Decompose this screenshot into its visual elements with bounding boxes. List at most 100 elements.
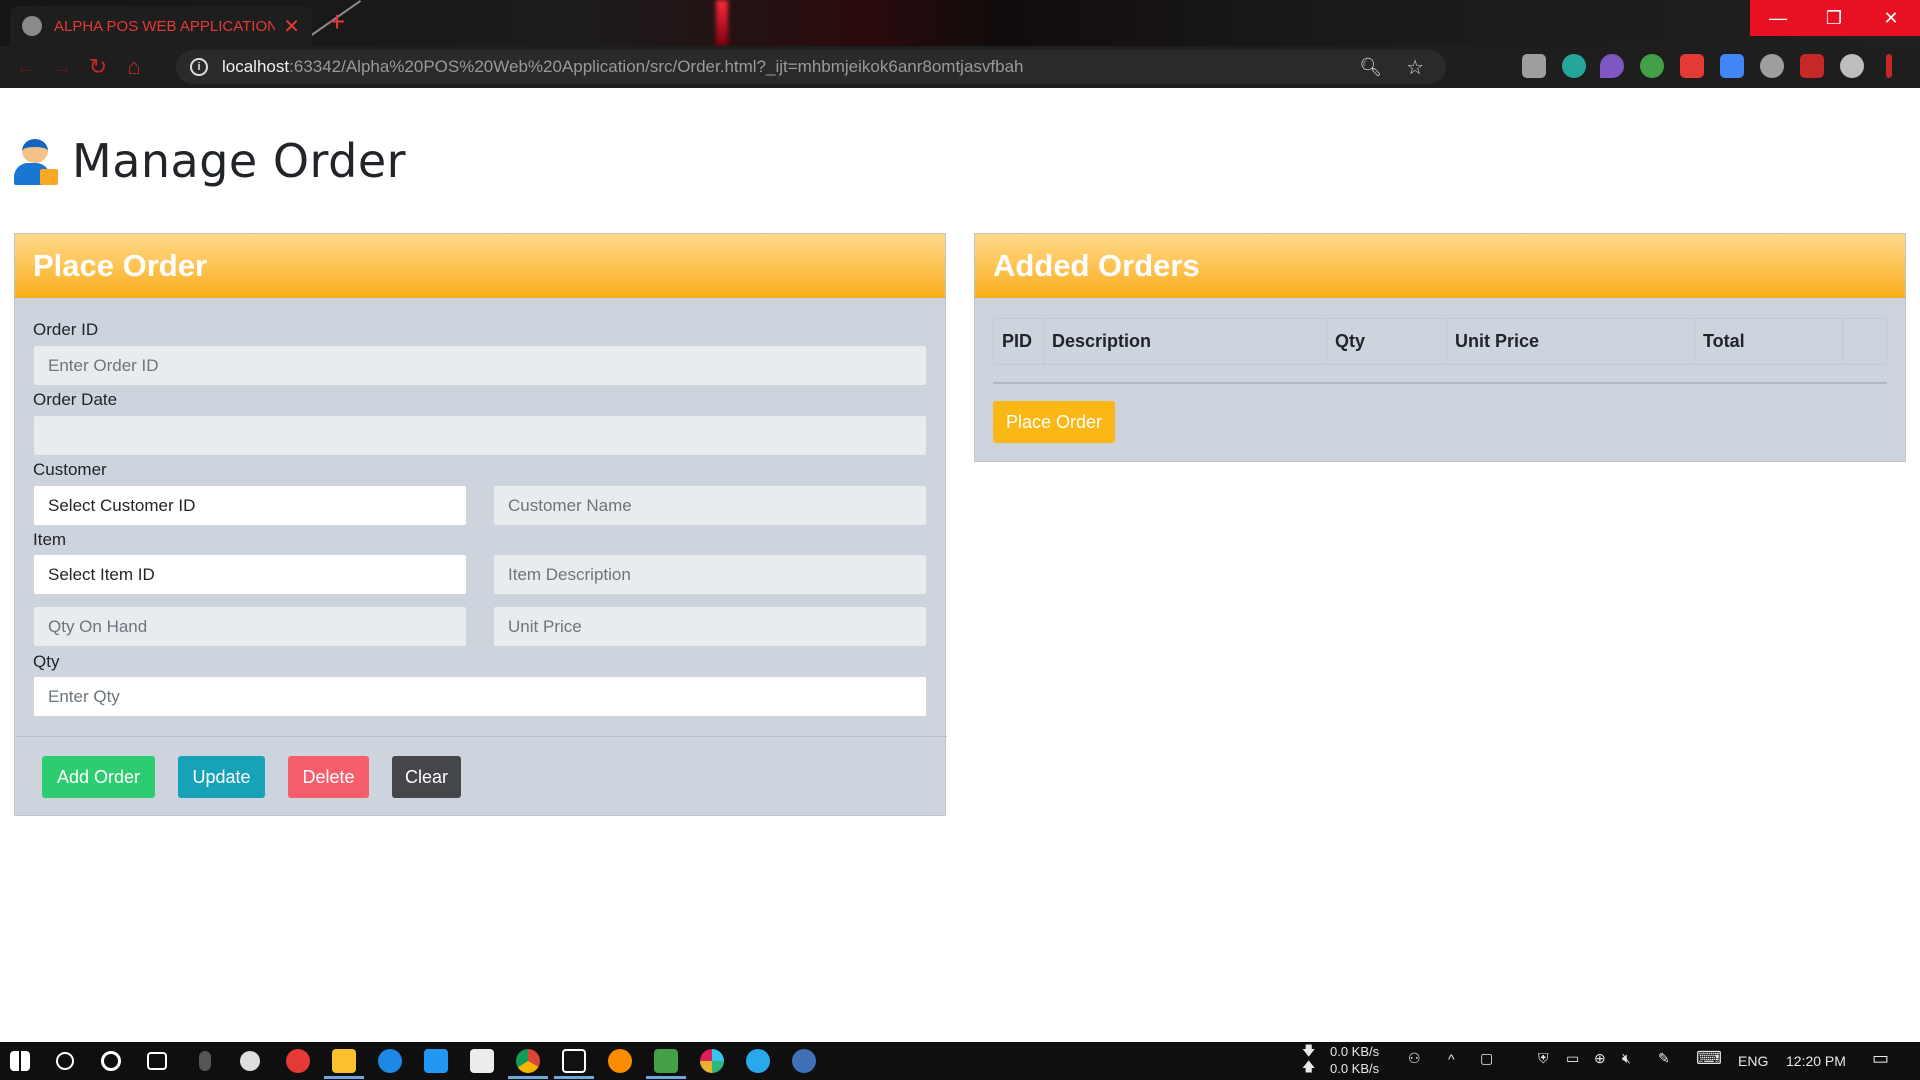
back-button[interactable]: ← xyxy=(8,49,44,85)
added-orders-header: Added Orders xyxy=(975,234,1905,298)
delete-button[interactable]: Delete xyxy=(288,756,369,798)
browser-tab[interactable]: ALPHA POS WEB APPLICATION ✕ xyxy=(10,6,312,46)
explorer-active-indicator xyxy=(324,1076,364,1079)
customer-id-select[interactable]: Select Customer ID xyxy=(33,485,467,526)
tab-close-icon[interactable]: ✕ xyxy=(283,14,300,39)
new-tab-button[interactable]: + xyxy=(322,8,352,38)
chrome-active-indicator xyxy=(508,1076,548,1079)
tab-favicon-icon xyxy=(22,16,42,36)
orange-app-icon[interactable] xyxy=(608,1049,632,1073)
added-orders-card: Added Orders PID Description Qty Unit Pr… xyxy=(974,233,1906,462)
leaf-extension-icon[interactable] xyxy=(1640,54,1664,78)
chrome-icon[interactable] xyxy=(516,1049,540,1073)
column-header-unit-price: Unit Price xyxy=(1446,318,1695,365)
slack-icon[interactable] xyxy=(700,1049,724,1073)
mail-icon[interactable] xyxy=(424,1049,448,1073)
place-order-button[interactable]: Place Order xyxy=(993,401,1115,443)
intellij-icon[interactable] xyxy=(562,1049,586,1073)
people-icon[interactable]: ⚇ xyxy=(1408,1050,1421,1067)
clock[interactable]: 12:20 PM xyxy=(1786,1053,1846,1069)
window-close-button[interactable]: ✕ xyxy=(1862,0,1920,36)
telegram-icon[interactable] xyxy=(746,1049,770,1073)
profile-avatar-icon[interactable] xyxy=(1840,54,1864,78)
puzzle-extension-icon[interactable] xyxy=(1800,54,1824,78)
forward-button[interactable]: → xyxy=(44,49,80,85)
zoom-icon[interactable]: 🔍︎ xyxy=(1359,57,1382,78)
place-order-card: Place Order Order ID Enter Order ID Orde… xyxy=(14,233,947,816)
item-description-field[interactable]: Item Description xyxy=(493,554,927,595)
show-hidden-icons-chevron-icon[interactable]: ^ xyxy=(1448,1051,1455,1067)
delivery-worker-icon xyxy=(10,135,60,187)
page-heading: Manage Order xyxy=(10,134,406,188)
blue-app-icon[interactable] xyxy=(792,1049,816,1073)
m-extension-icon[interactable] xyxy=(1562,54,1586,78)
card-footer-divider xyxy=(15,736,947,737)
order-id-input[interactable]: Enter Order ID xyxy=(33,345,927,386)
mouse-app-icon[interactable] xyxy=(199,1051,211,1071)
tray-icon[interactable]: ▢ xyxy=(1480,1050,1493,1067)
battery-icon[interactable]: ▭ xyxy=(1566,1050,1579,1067)
add-order-button[interactable]: Add Order xyxy=(42,756,155,798)
window-minimize-button[interactable]: — xyxy=(1750,0,1806,36)
search-icon[interactable] xyxy=(56,1052,74,1070)
clear-button[interactable]: Clear xyxy=(392,756,461,798)
order-date-label: Order Date xyxy=(33,390,118,409)
order-id-label: Order ID xyxy=(33,320,99,339)
net-down-speed: 0.0 KB/s xyxy=(1330,1044,1380,1059)
update-button[interactable]: Update xyxy=(178,756,265,798)
place-order-title: Place Order xyxy=(33,248,208,283)
drop-extension-icon[interactable] xyxy=(1600,54,1624,78)
place-order-header: Place Order xyxy=(15,234,945,298)
item-id-select[interactable]: Select Item ID xyxy=(33,554,467,595)
language-indicator[interactable]: ENG xyxy=(1738,1053,1768,1069)
network-arrows-icon: 🡇 🡅 xyxy=(1302,1043,1316,1074)
notifications-icon[interactable]: ▭ xyxy=(1872,1048,1889,1069)
window-restore-button[interactable]: ❐ xyxy=(1806,0,1862,36)
column-header-actions xyxy=(1842,318,1887,365)
reload-button[interactable]: ↻ xyxy=(80,49,116,85)
windows-start-icon[interactable] xyxy=(10,1051,30,1071)
browser-menu-icon[interactable] xyxy=(1886,54,1892,78)
page-title: Manage Order xyxy=(72,134,407,188)
react-extension-icon[interactable] xyxy=(1760,54,1784,78)
edge-icon[interactable] xyxy=(378,1049,402,1073)
globe-network-icon[interactable]: ⊕ xyxy=(1594,1050,1606,1067)
qty-input[interactable]: Enter Qty xyxy=(33,676,927,717)
customer-name-field[interactable]: Customer Name xyxy=(493,485,927,526)
hand-extension-icon[interactable] xyxy=(1680,54,1704,78)
unit-price-field[interactable]: Unit Price xyxy=(493,606,927,647)
task-view-icon[interactable] xyxy=(147,1052,167,1070)
site-info-icon[interactable]: i xyxy=(190,58,208,76)
windows-taskbar: 🡇 🡅 0.0 KB/s 0.0 KB/s ⚇ ^ ▢ ⛨ ▭ ⊕ 🔇︎ ✎ ⌨ … xyxy=(0,1042,1920,1080)
address-bar[interactable]: i localhost:63342/Alpha%20POS%20Web%20Ap… xyxy=(176,50,1446,84)
column-header-description: Description xyxy=(1043,318,1327,365)
tab-title: ALPHA POS WEB APPLICATION xyxy=(54,17,276,35)
qty-on-hand-field[interactable]: Qty On Hand xyxy=(33,606,467,647)
store-icon[interactable] xyxy=(470,1049,494,1073)
red-app-icon[interactable] xyxy=(286,1049,310,1073)
url-host: localhost xyxy=(222,57,290,76)
browser-titlebar: ALPHA POS WEB APPLICATION ✕ + — ❐ ✕ xyxy=(0,0,1920,46)
order-date-input[interactable] xyxy=(33,415,927,456)
net-up-speed: 0.0 KB/s xyxy=(1330,1061,1380,1076)
column-header-total: Total xyxy=(1694,318,1843,365)
home-button[interactable]: ⌂ xyxy=(116,49,152,85)
keyboard-icon[interactable]: ⌨ xyxy=(1696,1048,1722,1069)
green-app-active-indicator xyxy=(646,1076,686,1079)
orders-table: PID Description Qty Unit Price Total xyxy=(993,318,1887,365)
wallpaper-glow xyxy=(716,0,728,46)
defender-icon[interactable]: ⛨ xyxy=(1538,1050,1549,1067)
bookmark-star-icon[interactable]: ☆ xyxy=(1406,55,1424,80)
green-app-icon[interactable] xyxy=(654,1049,678,1073)
item-label: Item xyxy=(33,530,67,549)
settings-gear-icon[interactable] xyxy=(240,1051,260,1071)
cortana-icon[interactable] xyxy=(101,1051,121,1071)
pen-icon[interactable]: ✎ xyxy=(1658,1050,1670,1067)
table-bottom-border xyxy=(993,382,1887,384)
customer-label: Customer xyxy=(33,460,107,479)
gmail-extension-icon[interactable] xyxy=(1522,54,1546,78)
translate-extension-icon[interactable] xyxy=(1720,54,1744,78)
file-explorer-icon[interactable] xyxy=(332,1049,356,1073)
table-header-row: PID Description Qty Unit Price Total xyxy=(993,318,1887,365)
volume-muted-icon[interactable]: 🔇︎ xyxy=(1622,1050,1631,1067)
